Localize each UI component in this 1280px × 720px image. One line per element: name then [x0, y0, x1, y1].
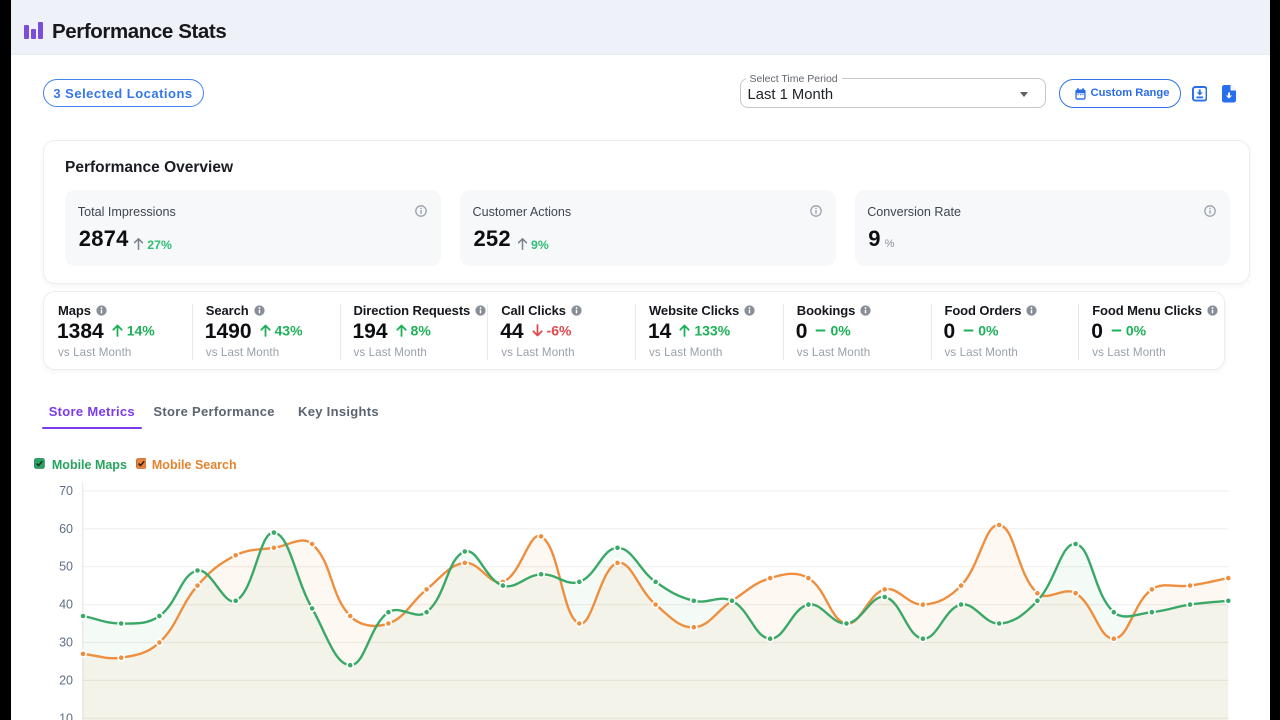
svg-text:60: 60: [59, 522, 73, 536]
svg-text:50: 50: [59, 560, 73, 574]
svg-text:40: 40: [59, 598, 73, 612]
svg-text:70: 70: [59, 484, 73, 498]
svg-text:30: 30: [59, 636, 73, 650]
svg-text:10: 10: [59, 711, 73, 720]
svg-text:20: 20: [59, 673, 73, 687]
